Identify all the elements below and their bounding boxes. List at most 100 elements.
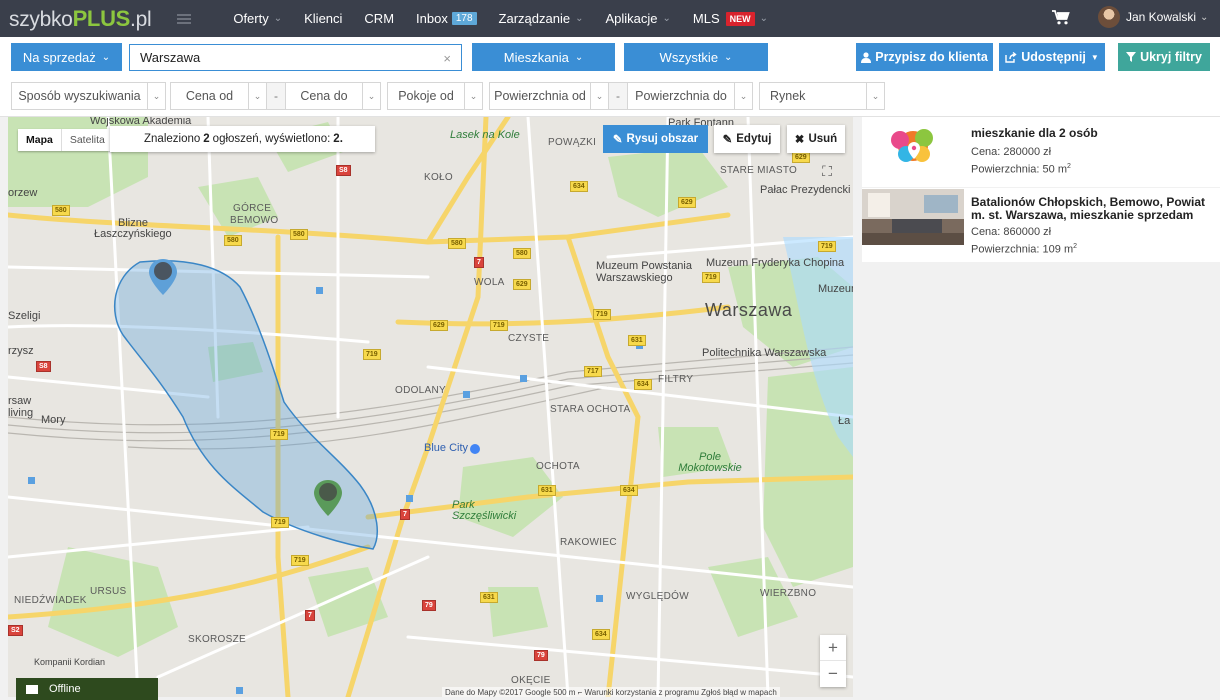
filter-bar-primary: Na sprzedaż ⌄ Warszawa × Mieszkania ⌄ Wszys… xyxy=(0,37,1220,77)
road-shield: 719 xyxy=(291,555,309,566)
map-label: GÓRCE xyxy=(233,203,272,214)
map-label: Warszawskiego xyxy=(596,272,673,284)
logo-brand: PLUS xyxy=(72,5,131,31)
road-shield: 629 xyxy=(430,320,448,331)
road-shield: 719 xyxy=(271,517,289,528)
road-shield: 631 xyxy=(538,485,556,496)
result-card[interactable]: Batalionów Chłopskich, Bemowo, Powiat m.… xyxy=(862,188,1220,262)
chevron-down-icon: ⌄ xyxy=(273,13,283,24)
edit-area-button[interactable]: ✎ Edytuj xyxy=(714,125,780,153)
market-select[interactable]: Rynek ⌄ xyxy=(759,82,885,110)
city-input[interactable]: Warszawa × xyxy=(129,44,462,71)
pencil-icon: ✎ xyxy=(612,134,623,146)
chevron-down-icon: ⌄ xyxy=(575,13,584,24)
nav-mls[interactable]: MLS NEW ⌄ xyxy=(693,11,768,26)
map-label: WOLA xyxy=(474,277,505,288)
fullscreen-icon[interactable]: ⛶ xyxy=(814,158,840,184)
map-label: Łaszczyńskiego xyxy=(94,228,172,240)
price-from-select[interactable]: Cena od ⌄ xyxy=(170,82,267,110)
road-shield: 719 xyxy=(490,320,508,331)
road-shield: 719 xyxy=(363,349,381,360)
cart-icon[interactable] xyxy=(1052,10,1070,25)
nav-crm[interactable]: CRM xyxy=(364,11,394,26)
road-shield: 634 xyxy=(570,181,588,192)
area-to-select[interactable]: Powierzchnia do ⌄ xyxy=(627,82,753,110)
zoom-out-button[interactable]: − xyxy=(820,661,846,687)
clear-icon[interactable]: × xyxy=(443,51,451,66)
map-label: CZYSTE xyxy=(508,333,550,344)
map-type-satellite[interactable]: Satelita xyxy=(60,129,113,151)
assign-client-button[interactable]: Przypisz do klienta xyxy=(856,43,993,71)
road-shield: 634 xyxy=(592,629,610,640)
share-button[interactable]: Udostępnij ▼ xyxy=(999,43,1105,71)
map-label: FILTRY xyxy=(658,374,694,385)
result-price: Cena: 280000 zł xyxy=(971,146,1052,158)
filter-bar-secondary: Sposób wyszukiwania ⌄ Cena od ⌄ - Cena do ⌄… xyxy=(0,77,1220,117)
chevron-down-icon: ⌄ xyxy=(866,83,884,109)
chevron-down-icon: ⌄ xyxy=(248,83,266,109)
nav-aplikacje[interactable]: Aplikacje ⌄ xyxy=(605,11,670,26)
map-label: BEMOWO xyxy=(230,215,279,226)
chevron-down-icon: ⌄ xyxy=(1200,11,1209,23)
road-shield: 631 xyxy=(480,592,498,603)
map[interactable]: Warszawa Wojskowa Akademia POWĄZKI Lasek… xyxy=(8,117,853,697)
map-label: Blue City xyxy=(424,442,469,454)
road-shield: 717 xyxy=(584,366,602,377)
caret-down-icon: ▼ xyxy=(1090,52,1099,62)
rooms-from-select[interactable]: Pokoje od ⌄ xyxy=(387,82,483,110)
result-area: Powierzchnia: 50 m2 xyxy=(971,163,1071,176)
road-shield: 7 xyxy=(474,257,484,268)
map-label: URSUS xyxy=(90,586,127,597)
property-type-select[interactable]: Mieszkania ⌄ xyxy=(472,43,615,71)
map-type-toggle: Mapa Satelita xyxy=(18,129,113,151)
nav-inbox[interactable]: Inbox 178 xyxy=(416,11,477,26)
map-label: ODOLANY xyxy=(395,385,447,396)
road-shield: S8 xyxy=(36,361,51,372)
road-shield: 580 xyxy=(290,229,308,240)
draw-area-button[interactable]: ✎ Rysuj obszar xyxy=(603,125,708,153)
map-label: OKĘCIE xyxy=(511,675,551,686)
road-shield: 629 xyxy=(678,197,696,208)
result-title[interactable]: Batalionów Chłopskich, Bemowo, Powiat m.… xyxy=(971,196,1217,222)
nav-klienci[interactable]: Klienci xyxy=(304,11,342,26)
map-label: WYGLĘDÓW xyxy=(626,591,689,602)
chevron-down-icon: ⌄ xyxy=(734,83,752,109)
map-label: OCHOTA xyxy=(536,461,580,472)
nav-oferty[interactable]: Oferty ⌄ xyxy=(233,11,282,26)
result-card[interactable]: mieszkanie dla 2 osób Cena: 280000 zł Po… xyxy=(862,117,1220,187)
zoom-in-button[interactable]: + xyxy=(820,635,846,661)
remove-area-button[interactable]: ✖ Usuń xyxy=(787,125,845,153)
area-from-select[interactable]: Powierzchnia od ⌄ xyxy=(489,82,609,110)
inbox-count-badge: 178 xyxy=(451,12,477,25)
new-badge: NEW xyxy=(725,11,755,26)
chevron-down-icon: ⌄ xyxy=(590,83,608,109)
user-menu[interactable]: Jan Kowalski ⌄ xyxy=(1098,6,1208,28)
road-shield: 719 xyxy=(702,272,720,283)
hide-filters-button[interactable]: Ukryj filtry xyxy=(1118,43,1210,71)
road-shield: 719 xyxy=(593,309,611,320)
nav-zarzadzanie[interactable]: Zarządzanie ⌄ xyxy=(499,11,584,26)
road-shield: 580 xyxy=(224,235,242,246)
scope-select[interactable]: Wszystkie ⌄ xyxy=(624,43,768,71)
road-shield: 629 xyxy=(792,152,810,163)
chevron-down-icon: ⌄ xyxy=(147,83,165,109)
user-name: Jan Kowalski xyxy=(1126,10,1197,24)
filter-icon xyxy=(1126,52,1137,62)
transaction-select[interactable]: Na sprzedaż ⌄ xyxy=(11,43,122,71)
road-shield: 719 xyxy=(270,429,288,440)
result-title[interactable]: mieszkanie dla 2 osób xyxy=(971,127,1217,140)
map-label: STARA OCHOTA xyxy=(550,404,631,415)
chevron-down-icon: ⌄ xyxy=(464,83,482,109)
price-to-select[interactable]: Cena do ⌄ xyxy=(285,82,381,110)
road-shield: 580 xyxy=(448,238,466,249)
avatar xyxy=(1098,6,1120,28)
map-type-map[interactable]: Mapa xyxy=(18,129,61,151)
chevron-down-icon: ⌄ xyxy=(362,83,380,109)
map-label: RAKOWIEC xyxy=(560,537,617,548)
search-mode-select[interactable]: Sposób wyszukiwania ⌄ xyxy=(11,82,166,110)
area-range-separator: - xyxy=(609,82,627,110)
logo[interactable]: szybko PLUS .pl xyxy=(9,5,152,32)
map-label: Park Szczęśliwicki xyxy=(452,499,517,522)
map-attribution[interactable]: Dane do Mapy ©2017 Google 500 m ⌐ Warunk… xyxy=(442,687,780,697)
menu-icon[interactable] xyxy=(177,13,192,24)
